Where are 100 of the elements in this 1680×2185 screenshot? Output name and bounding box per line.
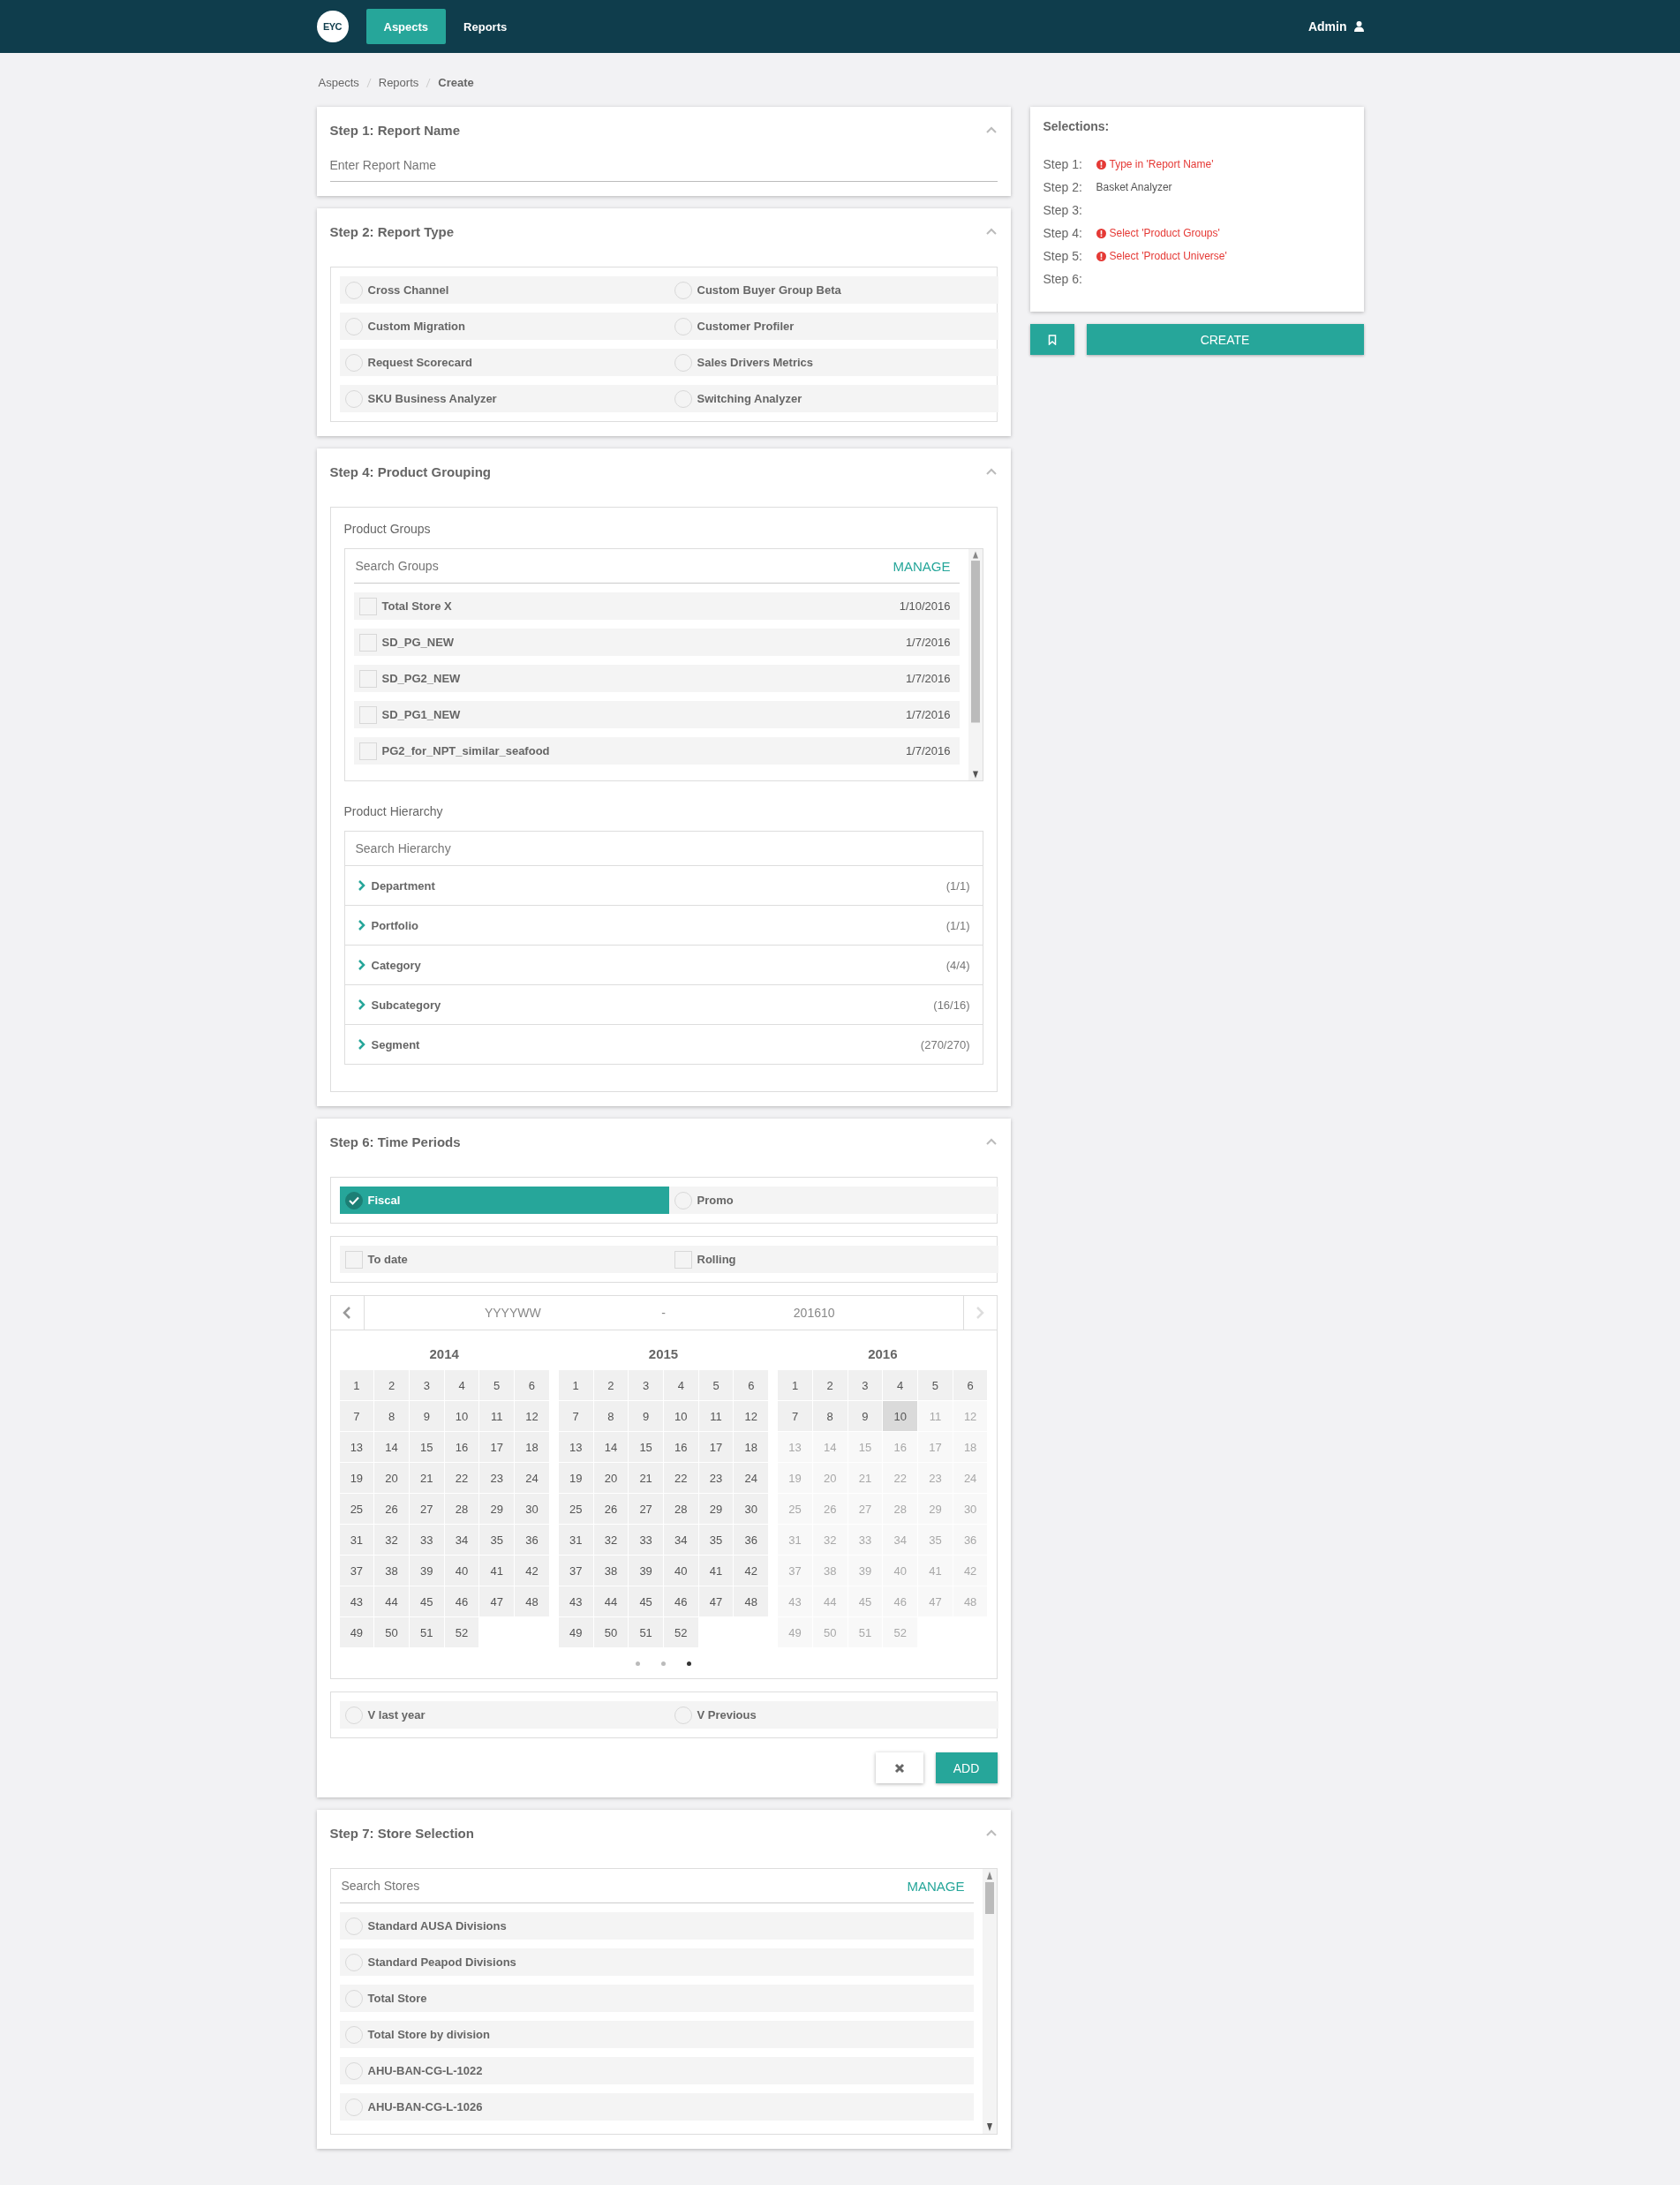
user-icon[interactable] xyxy=(1353,21,1364,32)
week-cell[interactable]: 6 xyxy=(953,1370,988,1400)
week-cell[interactable]: 8 xyxy=(374,1401,409,1431)
end-week-field[interactable]: 201610 xyxy=(665,1305,963,1321)
week-cell[interactable]: 30 xyxy=(515,1494,549,1524)
group-name[interactable]: PG2_for_NPT_similar_seafood xyxy=(381,744,900,757)
hierarchy-level[interactable]: Subcategory xyxy=(371,998,929,1012)
week-cell[interactable]: 2 xyxy=(593,1370,629,1400)
pager-dot[interactable] xyxy=(661,1661,666,1666)
week-cell[interactable]: 41 xyxy=(479,1556,515,1586)
collapse-chevron-icon[interactable] xyxy=(984,227,998,236)
week-cell[interactable]: 13 xyxy=(558,1432,593,1462)
collapse-chevron-icon[interactable] xyxy=(984,125,998,134)
bookmark-button[interactable] xyxy=(1029,324,1074,355)
week-cell[interactable]: 40 xyxy=(664,1556,698,1586)
week-cell[interactable]: 46 xyxy=(444,1586,479,1616)
week-cell[interactable]: 15 xyxy=(629,1432,663,1462)
week-cell[interactable]: 14 xyxy=(593,1432,629,1462)
week-cell[interactable]: 8 xyxy=(593,1401,629,1431)
week-cell[interactable]: 51 xyxy=(409,1617,444,1647)
option-label[interactable]: To date xyxy=(367,1253,408,1266)
week-cell[interactable]: 21 xyxy=(629,1463,663,1493)
week-cell[interactable]: 46 xyxy=(664,1586,698,1616)
week-cell[interactable]: 4 xyxy=(664,1370,698,1400)
week-cell[interactable]: 22 xyxy=(664,1463,698,1493)
week-cell[interactable]: 34 xyxy=(664,1525,698,1555)
week-cell[interactable]: 12 xyxy=(734,1401,769,1431)
week-cell[interactable]: 9 xyxy=(848,1401,883,1431)
week-cell[interactable]: 4 xyxy=(883,1370,918,1400)
week-cell[interactable]: 3 xyxy=(629,1370,663,1400)
week-cell[interactable]: 33 xyxy=(629,1525,663,1555)
week-cell[interactable]: 7 xyxy=(558,1401,593,1431)
start-week-field[interactable]: YYYYWW xyxy=(364,1305,662,1321)
week-cell[interactable]: 25 xyxy=(558,1494,593,1524)
week-cell[interactable]: 34 xyxy=(444,1525,479,1555)
week-cell[interactable]: 18 xyxy=(515,1432,549,1462)
week-cell[interactable]: 10 xyxy=(664,1401,698,1431)
week-cell[interactable]: 10 xyxy=(883,1401,918,1431)
hierarchy-level[interactable]: Portfolio xyxy=(371,918,941,932)
week-cell[interactable]: 48 xyxy=(515,1586,549,1616)
expand-chevron-icon[interactable] xyxy=(357,1039,366,1050)
checkbox[interactable] xyxy=(358,597,377,615)
week-cell[interactable]: 25 xyxy=(339,1494,374,1524)
group-name[interactable]: SD_PG_NEW xyxy=(381,636,900,649)
group-name[interactable]: SD_PG1_NEW xyxy=(381,708,900,721)
search-groups-field[interactable]: Search Groups xyxy=(353,558,885,574)
week-cell[interactable]: 37 xyxy=(339,1556,374,1586)
week-cell[interactable]: 44 xyxy=(593,1586,629,1616)
week-cell[interactable]: 6 xyxy=(734,1370,769,1400)
week-cell[interactable]: 24 xyxy=(515,1463,549,1493)
week-cell[interactable]: 20 xyxy=(374,1463,409,1493)
option-label[interactable]: V last year xyxy=(367,1708,426,1722)
checkbox[interactable] xyxy=(674,1250,692,1269)
week-cell[interactable]: 4 xyxy=(444,1370,479,1400)
week-cell[interactable]: 36 xyxy=(515,1525,549,1555)
week-cell[interactable]: 5 xyxy=(698,1370,734,1400)
week-cell[interactable]: 9 xyxy=(629,1401,663,1431)
scrollbar[interactable] xyxy=(982,1869,997,2134)
search-hierarchy-field[interactable]: Search Hierarchy xyxy=(353,840,974,856)
week-cell[interactable]: 11 xyxy=(479,1401,515,1431)
week-cell[interactable]: 45 xyxy=(629,1586,663,1616)
week-cell[interactable]: 6 xyxy=(515,1370,549,1400)
option-label[interactable]: Rolling xyxy=(697,1253,736,1266)
week-cell[interactable]: 19 xyxy=(339,1463,374,1493)
week-cell[interactable]: 20 xyxy=(593,1463,629,1493)
scrollbar[interactable] xyxy=(968,549,983,780)
week-cell[interactable]: 52 xyxy=(664,1617,698,1647)
week-cell[interactable]: 16 xyxy=(664,1432,698,1462)
week-cell[interactable]: 38 xyxy=(374,1556,409,1586)
week-cell[interactable]: 18 xyxy=(734,1432,769,1462)
week-cell[interactable]: 50 xyxy=(374,1617,409,1647)
nav-tab[interactable]: Reports xyxy=(446,9,525,44)
week-cell[interactable]: 28 xyxy=(444,1494,479,1524)
week-cell[interactable]: 43 xyxy=(558,1586,593,1616)
pager-dot[interactable] xyxy=(636,1661,640,1666)
group-name[interactable]: SD_PG2_NEW xyxy=(381,672,900,685)
report-name-field[interactable]: Enter Report Name xyxy=(329,153,998,182)
hierarchy-level[interactable]: Segment xyxy=(371,1037,915,1051)
week-cell[interactable]: 40 xyxy=(444,1556,479,1586)
week-cell[interactable]: 48 xyxy=(734,1586,769,1616)
week-cell[interactable]: 29 xyxy=(479,1494,515,1524)
week-cell[interactable]: 32 xyxy=(593,1525,629,1555)
week-cell[interactable]: 2 xyxy=(812,1370,848,1400)
week-cell[interactable]: 23 xyxy=(479,1463,515,1493)
week-cell[interactable]: 19 xyxy=(558,1463,593,1493)
week-cell[interactable]: 8 xyxy=(812,1401,848,1431)
logo[interactable]: EYC xyxy=(316,11,349,42)
week-cell[interactable]: 31 xyxy=(339,1525,374,1555)
week-cell[interactable]: 36 xyxy=(734,1525,769,1555)
option-label[interactable]: SKU Business Analyzer xyxy=(367,392,497,405)
week-cell[interactable]: 15 xyxy=(409,1432,444,1462)
week-cell[interactable]: 1 xyxy=(339,1370,374,1400)
week-cell[interactable]: 24 xyxy=(734,1463,769,1493)
week-cell[interactable]: 47 xyxy=(479,1586,515,1616)
week-cell[interactable]: 42 xyxy=(734,1556,769,1586)
week-cell[interactable]: 5 xyxy=(479,1370,515,1400)
week-cell[interactable]: 39 xyxy=(629,1556,663,1586)
option-label[interactable]: Switching Analyzer xyxy=(697,392,802,405)
week-cell[interactable]: 41 xyxy=(698,1556,734,1586)
week-cell[interactable]: 49 xyxy=(558,1617,593,1647)
